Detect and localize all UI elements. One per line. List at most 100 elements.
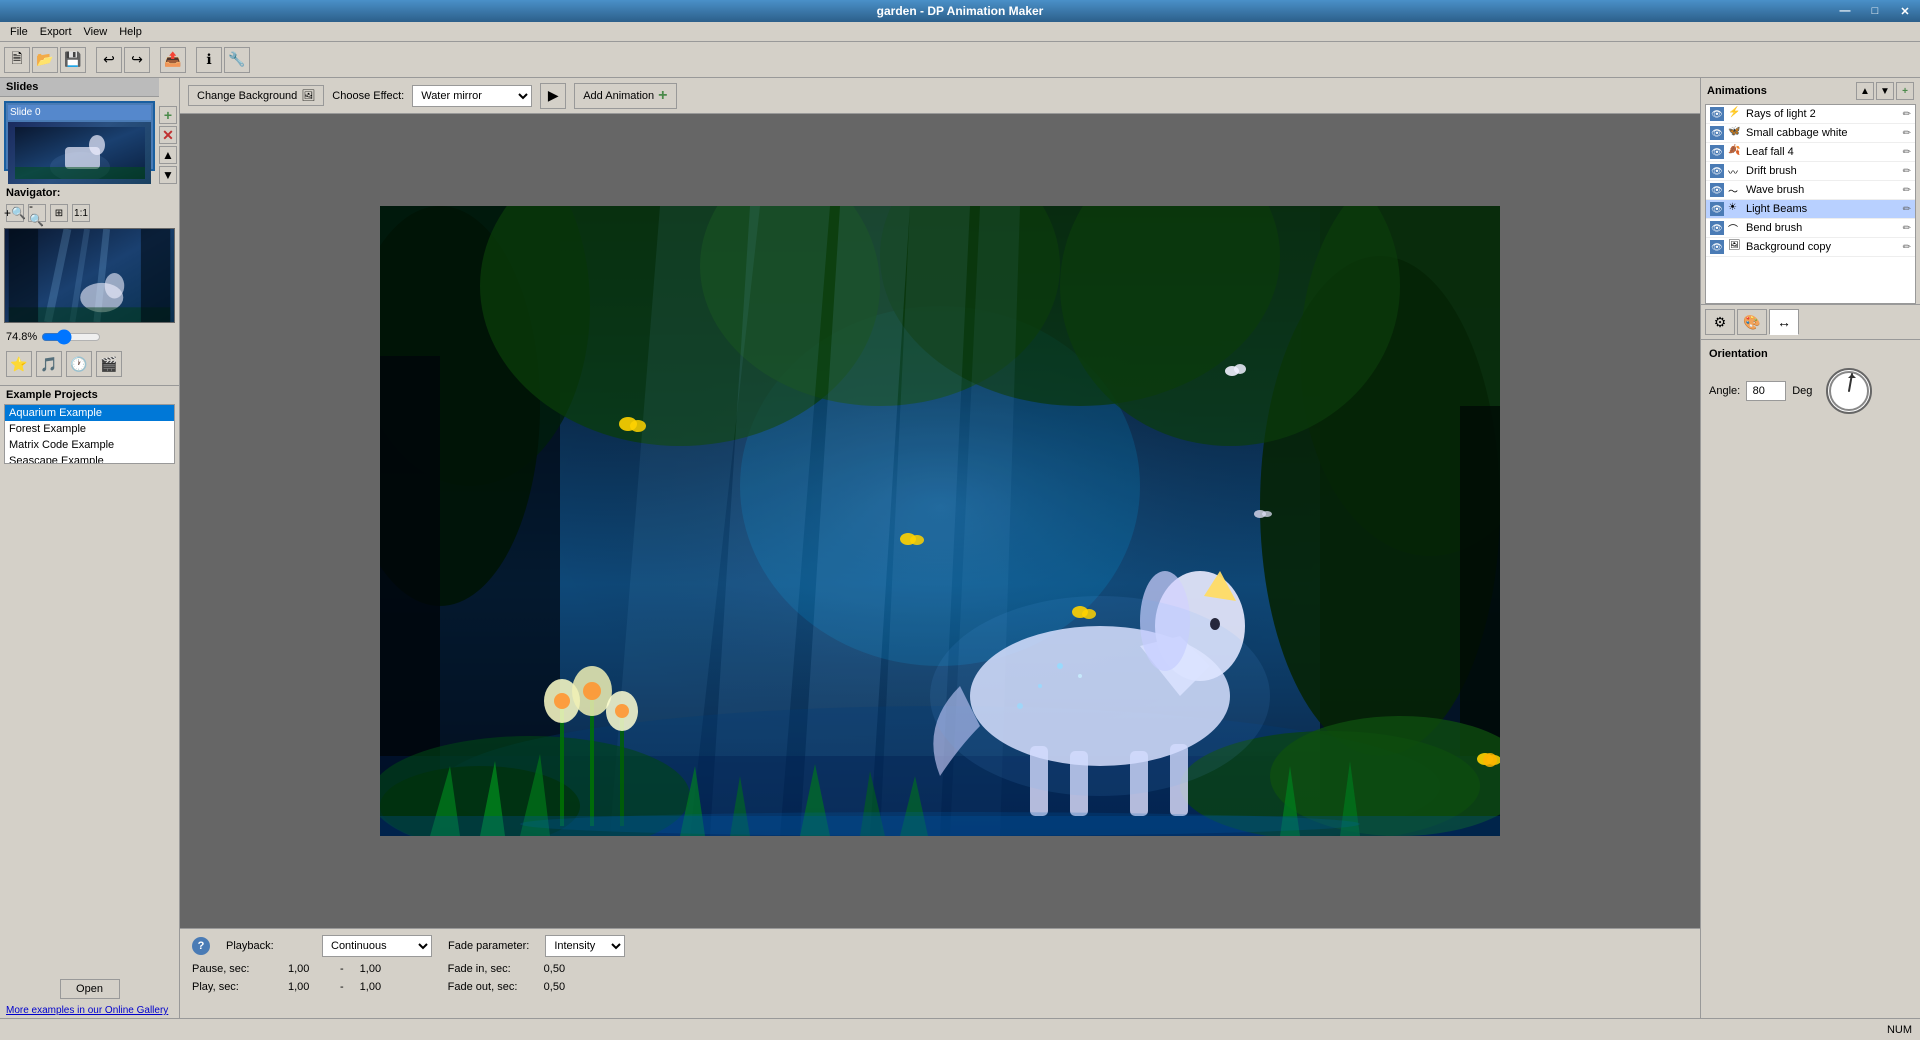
anim-icon-leaf: 🍂 <box>1728 145 1742 159</box>
tab-color[interactable]: 🎨 <box>1737 309 1767 335</box>
open-button[interactable]: 📂 <box>32 47 58 73</box>
example-item-matrix[interactable]: Matrix Code Example <box>5 437 174 453</box>
anim-down-button[interactable]: ▼ <box>1876 82 1894 100</box>
anim-item-bg-copy[interactable]: 👁 🖼 Background copy ✏ <box>1706 238 1915 257</box>
playback-bar: ? Playback: Continuous Once Ping-pong Fa… <box>180 928 1700 1018</box>
undo-button[interactable]: ↩ <box>96 47 122 73</box>
navigator-preview <box>4 228 175 323</box>
open-button[interactable]: Open <box>60 979 120 999</box>
angle-input[interactable] <box>1746 381 1786 401</box>
anim-item-light-beams[interactable]: 👁 ☀ Light Beams ✏ <box>1706 200 1915 219</box>
menu-help[interactable]: Help <box>113 24 148 40</box>
change-background-button[interactable]: Change Background 🖼 <box>188 85 324 106</box>
anim-edit-leaf[interactable]: ✏ <box>1903 147 1911 158</box>
settings-button[interactable]: 🔧 <box>224 47 250 73</box>
playback-dropdown[interactable]: Continuous Once Ping-pong <box>322 935 432 957</box>
video-button[interactable]: 🎬 <box>96 351 122 377</box>
menu-view[interactable]: View <box>78 24 114 40</box>
anim-edit-drift[interactable]: ✏ <box>1903 166 1911 177</box>
main-canvas <box>380 206 1500 836</box>
anim-item-wave[interactable]: 👁 〜 Wave brush ✏ <box>1706 181 1915 200</box>
slide-0[interactable]: Slide 0 <box>4 101 155 171</box>
close-button[interactable]: ✕ <box>1890 0 1920 22</box>
anim-eye-light-beams[interactable]: 👁 <box>1710 202 1724 216</box>
fade-dropdown[interactable]: Intensity Opacity <box>545 935 625 957</box>
example-projects-label: Example Projects <box>0 385 179 404</box>
slide-up-button[interactable]: ▲ <box>159 146 177 164</box>
info-button[interactable]: ℹ <box>196 47 222 73</box>
pause-to: 1,00 <box>360 963 396 975</box>
anim-item-cabbage[interactable]: 👁 🦋 Small cabbage white ✏ <box>1706 124 1915 143</box>
fade-out-label: Fade out, sec: <box>448 981 528 993</box>
anim-icon-bg-copy: 🖼 <box>1728 240 1742 254</box>
slide-remove-button[interactable]: ✕ <box>159 126 177 144</box>
anim-edit-light-beams[interactable]: ✏ <box>1903 204 1911 215</box>
anim-name-bg-copy: Background copy <box>1746 241 1899 253</box>
anim-eye-rays[interactable]: 👁 <box>1710 107 1724 121</box>
effect-dropdown[interactable]: Water mirror Rain Snow Fire Fog None <box>412 85 532 107</box>
save-button[interactable]: 💾 <box>60 47 86 73</box>
play-from: 1,00 <box>288 981 324 993</box>
anim-name-wave: Wave brush <box>1746 184 1899 196</box>
zoom-in-button[interactable]: +🔍 <box>6 204 24 222</box>
slide-add-button[interactable]: + <box>159 106 177 124</box>
titlebar: garden - DP Animation Maker — □ ✕ <box>0 0 1920 22</box>
anim-add-button[interactable]: + <box>1896 82 1914 100</box>
anim-eye-bg-copy[interactable]: 👁 <box>1710 240 1724 254</box>
redo-button[interactable]: ↪ <box>124 47 150 73</box>
play-label: Play, sec: <box>192 981 272 993</box>
tab-settings[interactable]: ⚙ <box>1705 309 1735 335</box>
maximize-button[interactable]: □ <box>1860 0 1890 22</box>
anim-edit-bg-copy[interactable]: ✏ <box>1903 242 1911 253</box>
add-animation-icon: + <box>658 87 667 105</box>
favorites-button[interactable]: ⭐ <box>6 351 32 377</box>
choose-effect-label: Choose Effect: <box>332 90 404 102</box>
zoom-slider[interactable] <box>41 331 101 343</box>
angle-dial[interactable] <box>1826 368 1872 414</box>
add-animation-button[interactable]: Add Animation + <box>574 83 676 109</box>
anim-item-rays[interactable]: 👁 ⚡ Rays of light 2 ✏ <box>1706 105 1915 124</box>
anim-item-leaf[interactable]: 👁 🍂 Leaf fall 4 ✏ <box>1706 143 1915 162</box>
animations-list: 👁 ⚡ Rays of light 2 ✏ 👁 🦋 Small cabbage … <box>1705 104 1916 304</box>
anim-edit-wave[interactable]: ✏ <box>1903 185 1911 196</box>
effect-apply-button[interactable]: ▶ <box>540 83 566 109</box>
fit-button[interactable]: ⊞ <box>50 204 68 222</box>
menubar: File Export View Help <box>0 22 1920 42</box>
anim-edit-cabbage[interactable]: ✏ <box>1903 128 1911 139</box>
canvas-container[interactable] <box>180 114 1700 928</box>
menu-export[interactable]: Export <box>34 24 78 40</box>
anim-item-drift[interactable]: 👁 〰 Drift brush ✏ <box>1706 162 1915 181</box>
change-bg-icon: 🖼 <box>301 89 315 102</box>
status-text: NUM <box>1887 1024 1912 1036</box>
help-button[interactable]: ? <box>192 937 210 955</box>
anim-eye-wave[interactable]: 👁 <box>1710 183 1724 197</box>
anim-eye-cabbage[interactable]: 👁 <box>1710 126 1724 140</box>
anim-edit-rays[interactable]: ✏ <box>1903 109 1911 120</box>
ratio-button[interactable]: 1:1 <box>72 204 90 222</box>
anim-item-bend[interactable]: 👁 ⌒ Bend brush ✏ <box>1706 219 1915 238</box>
more-examples-link[interactable]: More examples in our Online Gallery <box>0 1003 179 1018</box>
slide-down-button[interactable]: ▼ <box>159 166 177 184</box>
tab-orientation[interactable]: ↔ <box>1769 309 1799 335</box>
menu-file[interactable]: File <box>4 24 34 40</box>
anim-eye-bend[interactable]: 👁 <box>1710 221 1724 235</box>
anim-name-leaf: Leaf fall 4 <box>1746 146 1899 158</box>
zoom-out-button[interactable]: -🔍 <box>28 204 46 222</box>
example-item-aquarium[interactable]: Aquarium Example <box>5 405 174 421</box>
anim-icon-bend: ⌒ <box>1728 221 1742 235</box>
example-item-seascape[interactable]: Seascape Example <box>5 453 174 464</box>
anim-up-button[interactable]: ▲ <box>1856 82 1874 100</box>
clock-button[interactable]: 🕐 <box>66 351 92 377</box>
anim-eye-leaf[interactable]: 👁 <box>1710 145 1724 159</box>
music-button[interactable]: 🎵 <box>36 351 62 377</box>
angle-label: Angle: <box>1709 385 1740 397</box>
left-panel: Slides Slide 0 <box>0 78 180 1018</box>
anim-eye-drift[interactable]: 👁 <box>1710 164 1724 178</box>
orientation-section: Orientation Angle: Deg <box>1701 340 1920 430</box>
anim-edit-bend[interactable]: ✏ <box>1903 223 1911 234</box>
export-button[interactable]: 📤 <box>160 47 186 73</box>
minimize-button[interactable]: — <box>1830 0 1860 22</box>
new-button[interactable]: 🗎 <box>4 47 30 73</box>
anim-icon-wave: 〜 <box>1728 183 1742 197</box>
example-item-forest[interactable]: Forest Example <box>5 421 174 437</box>
